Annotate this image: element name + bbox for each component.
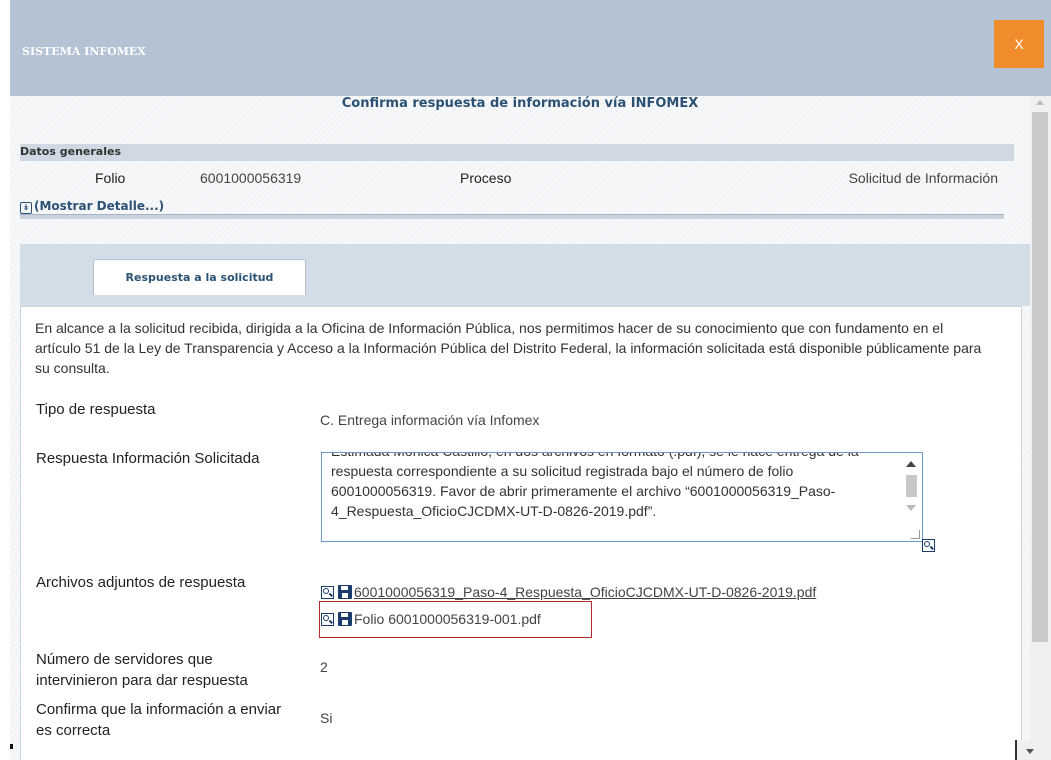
show-detail-link[interactable]: ↡ (Mostrar Detalle...) bbox=[20, 199, 164, 214]
respuesta-label: Respuesta Información Solicitada bbox=[36, 450, 260, 467]
archivos-label: Archivos adjuntos de respuesta bbox=[36, 574, 246, 591]
respuesta-textarea[interactable]: Estimada Mónica Castillo, en dos archivo… bbox=[321, 452, 923, 542]
tipo-respuesta-label: Tipo de respuesta bbox=[36, 401, 156, 418]
edge-marker bbox=[10, 744, 13, 749]
scroll-thumb[interactable] bbox=[1032, 112, 1048, 642]
scroll-down-icon[interactable] bbox=[1026, 749, 1034, 754]
tab-respuesta[interactable]: Respuesta a la solicitud bbox=[93, 259, 306, 295]
confirma-label: Confirma que la información a enviar es … bbox=[36, 701, 282, 739]
window-title: SISTEMA INFOMEX bbox=[22, 45, 146, 58]
dialog-window: SISTEMA INFOMEX X Confirma respuesta de … bbox=[0, 0, 1051, 760]
resize-handle-icon[interactable] bbox=[911, 530, 920, 539]
show-detail-label: (Mostrar Detalle...) bbox=[34, 199, 165, 213]
scroll-up-icon[interactable] bbox=[906, 461, 916, 467]
expand-chevron-icon: ↡ bbox=[20, 202, 32, 214]
textarea-scrollbar[interactable] bbox=[903, 457, 919, 517]
datos-generales-band bbox=[20, 144, 1014, 161]
title-bar: SISTEMA INFOMEX bbox=[10, 0, 1051, 96]
close-icon: X bbox=[1014, 36, 1024, 52]
page-scrollbar[interactable] bbox=[1030, 96, 1051, 760]
proceso-label: Proceso bbox=[460, 170, 512, 186]
preview-icon[interactable] bbox=[321, 585, 334, 599]
attachment-row[interactable]: 6001000056319_Paso-4_Respuesta_OficioCJC… bbox=[321, 584, 816, 600]
scroll-down-icon[interactable] bbox=[906, 505, 916, 511]
respuesta-text: Estimada Mónica Castillo, en dos archivo… bbox=[331, 453, 859, 519]
folio-value: 6001000056319 bbox=[200, 170, 302, 186]
servidores-label: Número de servidores que intervinieron p… bbox=[36, 651, 248, 689]
scroll-thumb[interactable] bbox=[906, 475, 917, 497]
page-title: Confirma respuesta de información vía IN… bbox=[341, 96, 699, 111]
datos-generales-title: Datos generales bbox=[20, 145, 121, 158]
confirma-value: Si bbox=[320, 710, 333, 726]
folio-label: Folio bbox=[95, 170, 126, 186]
divider bbox=[20, 214, 1004, 219]
intro-text: En alcance a la solicitud recibida, diri… bbox=[35, 320, 982, 376]
servidores-value: 2 bbox=[320, 659, 328, 675]
scroll-up-icon[interactable] bbox=[1036, 100, 1044, 105]
attachment-link[interactable]: 6001000056319_Paso-4_Respuesta_OficioCJC… bbox=[354, 584, 816, 600]
zoom-icon[interactable] bbox=[922, 539, 935, 552]
save-disk-icon[interactable] bbox=[338, 585, 352, 599]
dialog-content: Confirma respuesta de información vía IN… bbox=[10, 96, 1030, 760]
proceso-value: Solicitud de Información bbox=[848, 170, 998, 186]
close-button[interactable]: X bbox=[994, 20, 1044, 68]
tipo-respuesta-value: C. Entrega información vía Infomex bbox=[320, 412, 540, 428]
highlight-box bbox=[319, 601, 592, 638]
